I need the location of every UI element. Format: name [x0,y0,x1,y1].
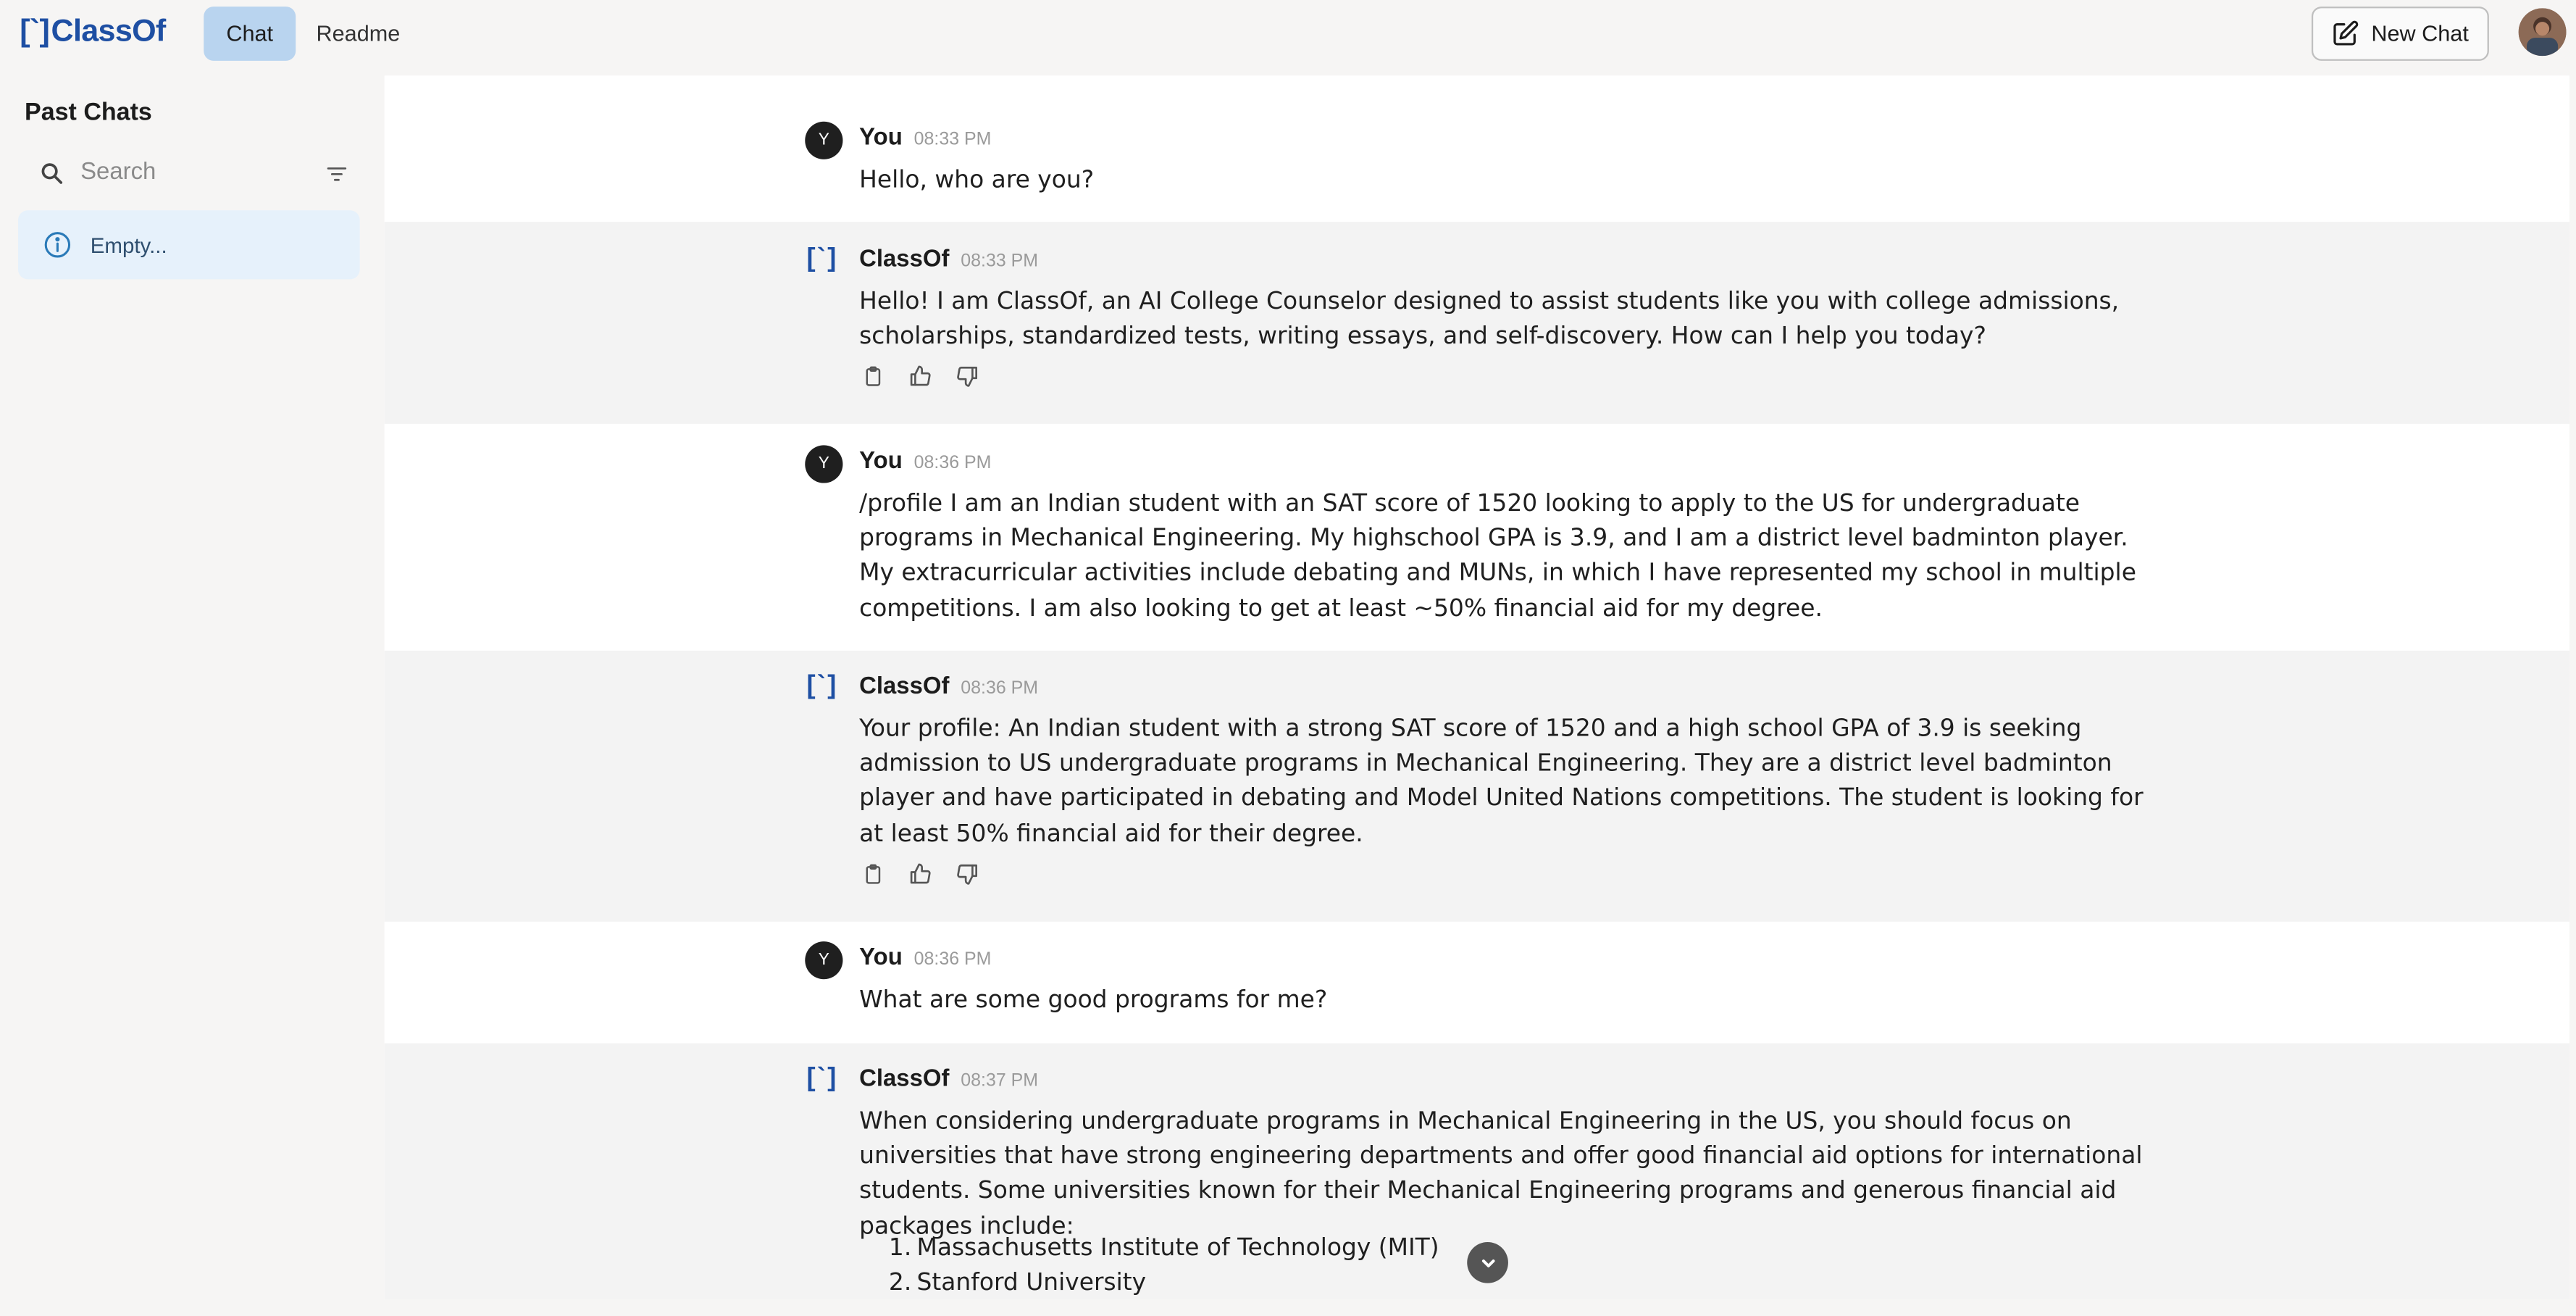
list-number: 1. [888,1235,912,1262]
clipboard-icon[interactable] [863,862,884,886]
sidebar: Past Chats Empty... [0,75,385,1316]
user-message-avatar: Y [805,445,843,483]
list-number: 2. [888,1270,912,1297]
search-input[interactable] [80,159,311,186]
chat-message-bot: [`] ClassOf 08:36 PM Your profile: An In… [384,650,2569,922]
tab-chat[interactable]: Chat [204,7,296,61]
sender-name: ClassOf [859,673,950,700]
sender-name: You [859,125,903,151]
list-item-text: Stanford University [916,1270,1147,1297]
message-text: /profile I am an Indian student with an … [859,491,2136,622]
sender-name: ClassOf [859,246,950,273]
user-message-avatar: Y [805,941,843,980]
user-avatar[interactable] [2518,8,2567,57]
chat-panel: Y You 08:33 PM Hello, who are you? [`] C… [384,75,2569,1300]
message-text: Hello, who are you? [859,167,1095,194]
scrollbar-track[interactable] [2569,75,2576,1316]
list-item: 2. Stanford University [889,1267,2009,1299]
logo-text: ClassOf [51,14,167,50]
empty-label: Empty... [90,232,167,257]
message-time: 08:36 PM [913,949,992,970]
classof-logo[interactable]: [`] ClassOf [20,14,167,51]
info-icon [43,230,72,259]
search-icon [39,160,64,185]
filter-icon[interactable] [325,161,348,192]
empty-chats-notice: Empty... [17,210,360,280]
sender-name: You [859,448,903,475]
chat-message-bot: [`] ClassOf 08:33 PM Hello! I am ClassOf… [384,222,2569,424]
chat-message-user: Y You 08:36 PM /profile I am an Indian s… [384,423,2569,651]
message-actions [863,365,979,388]
classof-bot-icon: [`] [806,244,838,273]
message-time: 08:33 PM [913,130,992,150]
new-chat-label: New Chat [2371,21,2469,46]
program-list: 1. Massachusetts Institute of Technology … [859,1232,2010,1299]
top-bar: [`] ClassOf Chat Readme New Chat [0,0,2576,76]
thumbs-up-icon[interactable] [908,365,932,388]
past-chats-title: Past Chats [25,99,152,127]
tab-readme[interactable]: Readme [309,7,407,61]
message-text: Your profile: An Indian student with a s… [859,716,2144,847]
classof-bot-icon: [`] [806,1065,838,1093]
sender-name: ClassOf [859,1066,950,1093]
logo-bracket: [`] [20,14,50,50]
chevron-down-icon [1478,1253,1497,1273]
message-time: 08:36 PM [961,678,1039,699]
list-item-text: Massachusetts Institute of Technology (M… [916,1235,1439,1262]
message-time: 08:33 PM [961,251,1039,272]
new-chat-button[interactable]: New Chat [2311,7,2489,61]
edit-icon [2332,20,2360,48]
message-time: 08:36 PM [913,453,992,473]
app-window: [`] ClassOf Chat Readme New Chat Past Ch… [0,0,2576,1316]
clipboard-icon[interactable] [863,365,884,388]
chat-message-user: Y You 08:33 PM Hello, who are you? [384,75,2569,222]
message-text: What are some good programs for me? [859,987,1328,1014]
list-item: 1. Massachusetts Institute of Technology … [889,1232,2009,1267]
sender-name: You [859,944,903,971]
classof-bot-icon: [`] [806,672,838,700]
thumbs-up-icon[interactable] [908,862,932,886]
message-text: When considering undergraduate programs … [859,1109,2143,1240]
message-time: 08:37 PM [961,1071,1039,1091]
thumbs-down-icon[interactable] [956,365,979,388]
chat-message-user: Y You 08:36 PM What are some good progra… [384,921,2569,1044]
message-actions [863,862,979,886]
scroll-down-button[interactable] [1467,1242,1508,1283]
thumbs-down-icon[interactable] [956,862,979,886]
search-bar [30,148,359,197]
message-text: Hello! I am ClassOf, an AI College Couns… [859,289,2120,351]
user-message-avatar: Y [805,121,843,159]
